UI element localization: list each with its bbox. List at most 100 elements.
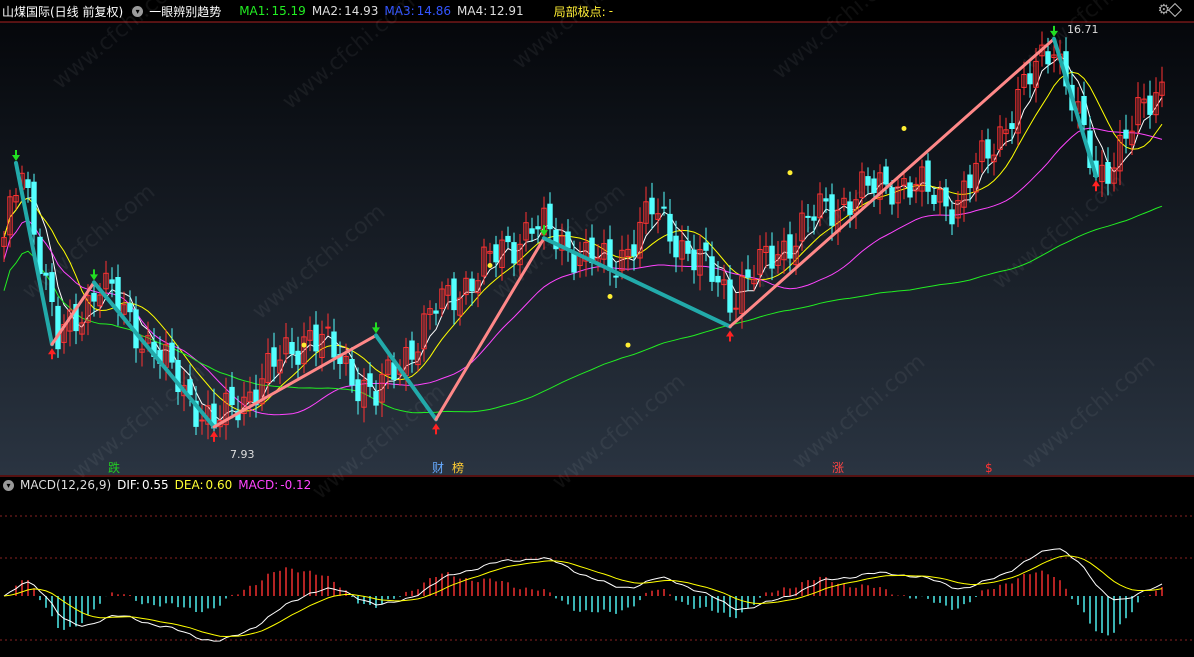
sell-arrow-icon (12, 150, 20, 162)
candle-body (859, 171, 865, 199)
event-marker-4[interactable]: 涨 (830, 461, 846, 475)
event-marker-3[interactable]: 榜 (450, 461, 466, 475)
candle-body (685, 240, 691, 254)
watermark-text: www.cfchi.com (488, 179, 630, 304)
candle-body (1117, 134, 1123, 172)
indicator-name[interactable]: 一眼辨别趋势 (149, 3, 221, 20)
candle-body (1057, 53, 1063, 61)
stock-title[interactable]: 山煤国际(日线 前复权) (2, 3, 123, 20)
candle-body (841, 197, 847, 206)
candle-body (535, 226, 541, 230)
candle-body (469, 278, 475, 292)
candle-body (1063, 51, 1069, 87)
event-marker-5[interactable]: $ (983, 461, 995, 475)
candle-body (277, 359, 283, 374)
candle-body (769, 245, 775, 269)
candle-body (439, 288, 445, 309)
candle-body (625, 248, 631, 257)
candle-body (451, 278, 457, 311)
candle-body (571, 253, 577, 273)
candle-body (937, 188, 943, 203)
candle-body (733, 307, 739, 310)
candle-body (703, 242, 709, 251)
candle-body (709, 256, 715, 282)
candle-body (55, 305, 61, 350)
candle-body (85, 295, 91, 323)
candle-body (985, 139, 991, 159)
trend-up-line (434, 236, 546, 421)
candle-body (745, 269, 751, 278)
stock-chart-window: 山煤国际(日线 前复权) ▾ 一眼辨别趋势 MA1: 15.19 MA2: 14… (0, 0, 1194, 657)
macd-title[interactable]: MACD(12,26,9) (20, 478, 111, 492)
candle-body (391, 362, 397, 380)
candle-body (457, 297, 463, 316)
candle-body (445, 285, 451, 296)
candle-body (13, 195, 19, 203)
candle-body (823, 198, 829, 202)
candle-body (1015, 89, 1021, 134)
candle-body (349, 359, 355, 386)
candle-body (547, 203, 553, 230)
candle-body (229, 386, 235, 405)
chevron-down-icon[interactable]: ▾ (3, 479, 14, 491)
candle-body (403, 347, 409, 377)
candle-body (331, 331, 337, 358)
ma3-label: MA3: (384, 4, 415, 18)
candle-body (145, 335, 151, 344)
candle-body (91, 292, 97, 302)
candle-body (919, 166, 925, 192)
candle-body (907, 182, 913, 198)
chart-canvas[interactable]: www.cfchi.com www.cfchi.com www.cfchi.com w… (0, 0, 1194, 657)
candle-body (337, 354, 343, 364)
candle-body (1111, 167, 1117, 184)
candle-body (1129, 130, 1135, 146)
buy-arrow-icon (1092, 180, 1100, 192)
candle-body (385, 359, 391, 375)
chevron-down-icon[interactable]: ▾ (132, 5, 144, 17)
candle-body (397, 368, 403, 375)
dif-label: DIF: (117, 478, 140, 492)
candle-body (31, 181, 37, 235)
dif-value: 0.55 (141, 478, 169, 492)
candle-body (817, 193, 823, 219)
candle-body (943, 187, 949, 207)
candle-body (205, 405, 211, 425)
candle-body (199, 419, 205, 422)
candle-body (121, 304, 127, 315)
candle-body (289, 342, 295, 354)
event-marker-2[interactable]: 财 (430, 461, 446, 475)
candle-body (1009, 123, 1015, 129)
trend-down-line (374, 333, 438, 422)
ma4-line (3, 205, 1163, 414)
candle-body (1159, 81, 1165, 96)
candle-body (991, 154, 997, 163)
candle-body (43, 272, 49, 276)
candle-body (487, 250, 493, 254)
candle-body (691, 249, 697, 271)
sell-arrow-icon (540, 225, 548, 237)
candle-body (241, 396, 247, 415)
candle-body (313, 324, 319, 352)
candle-body (1033, 60, 1039, 88)
sell-arrow-icon (372, 322, 380, 334)
candle-body (379, 373, 385, 403)
candle-body (673, 235, 679, 258)
candle-body (601, 243, 607, 260)
candle-body (265, 353, 271, 383)
candle-body (697, 249, 703, 276)
candle-body (607, 239, 613, 271)
ma2-line (3, 71, 1163, 412)
candle-body (1123, 129, 1129, 139)
candle-body (301, 336, 307, 365)
event-marker-1[interactable]: 跌 (106, 461, 122, 475)
candle-body (1105, 162, 1111, 184)
warning-dot-icon (607, 293, 613, 299)
trend-up-line (50, 280, 96, 346)
candle-body (583, 241, 589, 262)
main-chart-background (0, 22, 1194, 475)
watermark-text: www.cfchi.com (748, 169, 890, 294)
candle-body (787, 234, 793, 259)
candle-body (559, 235, 565, 251)
candle-body (643, 201, 649, 224)
candle-body (829, 194, 835, 226)
